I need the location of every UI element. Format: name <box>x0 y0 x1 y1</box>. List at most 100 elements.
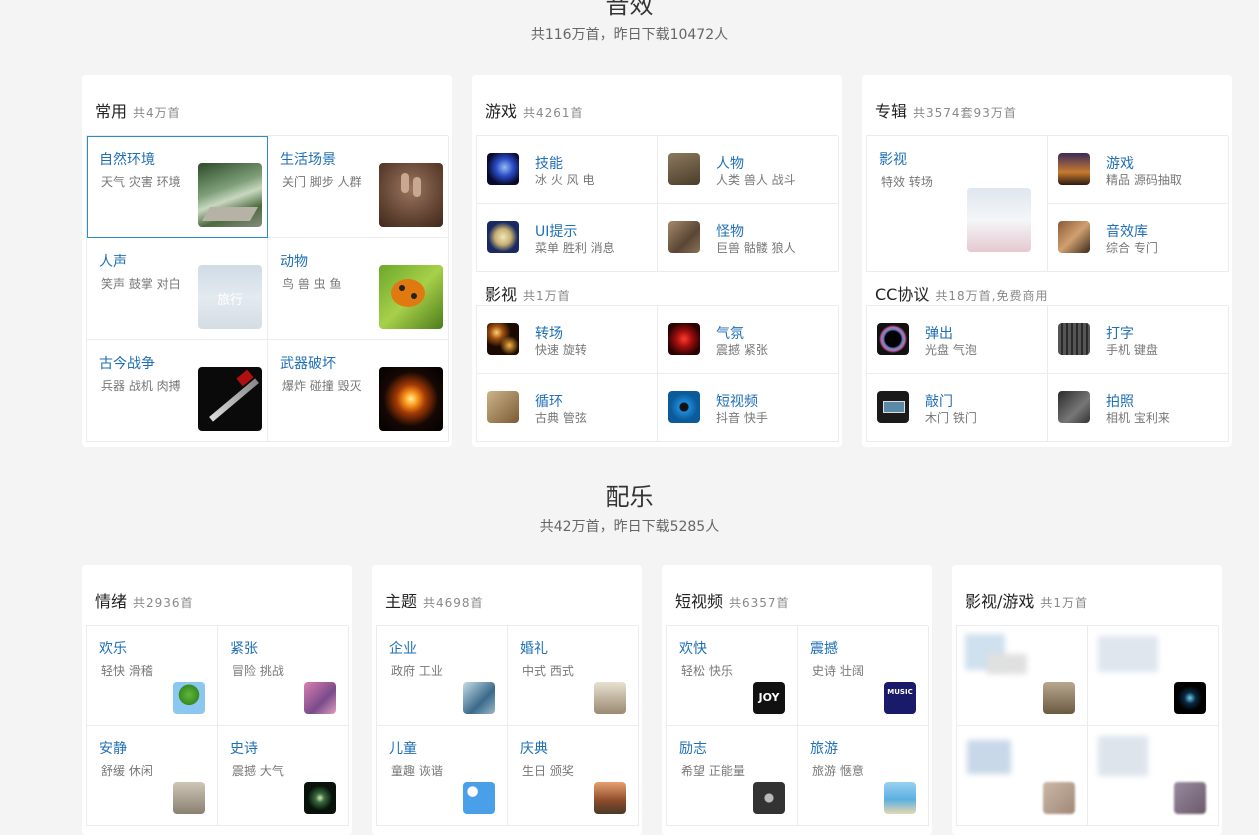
category-character[interactable]: 人物 人类 兽人 战斗 <box>658 136 839 204</box>
category-knock[interactable]: 敲门 木门 铁门 <box>867 374 1048 442</box>
sparkle-lights-icon <box>487 323 519 355</box>
sfx-subtitle: 共116万首，昨日下载10472人 <box>530 27 729 43</box>
music-quiet[interactable]: 安静 舒缓 休闲 <box>87 726 218 826</box>
music-header: 配乐 共42万首，昨日下载5285人 <box>0 482 1259 536</box>
category-life[interactable]: 生活场景 关门 脚步 人群 <box>268 136 449 238</box>
blurred-icon <box>1174 782 1206 814</box>
music-shock[interactable]: 震撼 史诗 壮阔 MUSIC <box>798 626 929 726</box>
video-lens-icon <box>668 391 700 423</box>
filmgame-card: 影视/游戏 共1万首 <box>952 565 1222 835</box>
category-war[interactable]: 古今战争 兵器 战机 肉搏 <box>87 340 268 442</box>
category-voice[interactable]: 人声 笑声 鼓掌 对白 旅行 <box>87 238 268 340</box>
sky-travel-thumbnail: 旅行 <box>198 265 262 329</box>
joy-text-icon: JOY <box>753 682 785 714</box>
music-subtitle: 共42万首，昨日下载5285人 <box>539 519 720 535</box>
theme-title: 主题 共4698首 <box>385 592 484 611</box>
album-title: 专辑 共3574套93万首 <box>875 102 1017 121</box>
common-card: 常用 共4万首 自然环境 天气 灾害 环境 生活场景 关门 脚步 人群 人声 笑声… <box>82 75 452 447</box>
sfx-header: 音效 共116万首，昨日下载10472人 <box>0 0 1259 44</box>
cc-grid: 弹出 光盘 气泡 打字 手机 键盘 敲门 木门 铁门 拍照 相机 宝利来 <box>866 305 1229 442</box>
emotion-grid: 欢乐 轻快 滑稽 紧张 冒险 挑战 安静 舒缓 休闲 史诗 震撼 大气 <box>86 625 349 826</box>
skill-swirl-icon <box>487 153 519 185</box>
cc-title: CC协议 共18万首,免费商用 <box>875 285 1049 304</box>
battle-scene-icon <box>1058 221 1090 253</box>
category-animal[interactable]: 动物 鸟 兽 虫 鱼 <box>268 238 449 340</box>
cc-count: 共18万首,免费商用 <box>935 289 1049 303</box>
music-inspire[interactable]: 励志 希望 正能量 <box>667 726 798 826</box>
badge-icon <box>753 782 785 814</box>
music-kids[interactable]: 儿童 童趣 诙谐 <box>377 726 508 826</box>
shortvideo-count: 共6357首 <box>729 596 790 610</box>
red-heart-icon <box>668 323 700 355</box>
common-title: 常用 共4万首 <box>95 102 181 121</box>
album-count: 共3574套93万首 <box>913 106 1017 120</box>
filmgame-item-4[interactable] <box>1088 726 1219 826</box>
forest-path-thumbnail <box>198 163 262 227</box>
shortvideo-card: 短视频 共6357首 欢快 轻松 快乐 JOY 震撼 史诗 壮阔 MUSIC 励志… <box>662 565 932 835</box>
album-grid: 影视 特效 转场 游戏 精品 源码抽取 音效库 综合 专门 <box>866 135 1229 272</box>
music-epic[interactable]: 史诗 震撼 大气 <box>218 726 349 826</box>
category-ui-tips[interactable]: UI提示 菜单 胜利 消息 <box>477 204 658 272</box>
ring-icon <box>594 682 626 714</box>
emotion-title: 情绪 共2936首 <box>95 592 194 611</box>
common-count: 共4万首 <box>133 106 181 120</box>
runners-icon <box>304 682 336 714</box>
game-scene-icon <box>1058 153 1090 185</box>
music-celebration[interactable]: 庆典 生日 颁奖 <box>508 726 639 826</box>
love-bird-icon <box>173 782 205 814</box>
category-skill[interactable]: 技能 冰 火 风 电 <box>477 136 658 204</box>
light-burst-icon <box>304 782 336 814</box>
music-corporate[interactable]: 企业 政府 工业 <box>377 626 508 726</box>
category-photo[interactable]: 拍照 相机 宝利来 <box>1048 374 1229 442</box>
theme-count: 共4698首 <box>423 596 484 610</box>
cartoon-sky-icon <box>463 782 495 814</box>
album-film[interactable]: 影视 特效 转场 <box>867 136 1048 272</box>
building-icon <box>463 682 495 714</box>
beach-icon <box>884 782 916 814</box>
game-count: 共4261首 <box>523 106 584 120</box>
common-grid: 自然环境 天气 灾害 环境 生活场景 关门 脚步 人群 人声 笑声 鼓掌 对白 … <box>86 135 449 442</box>
vintage-icon <box>487 391 519 423</box>
fantasy-landscape-thumbnail <box>967 188 1031 252</box>
music-cheerful[interactable]: 欢快 轻松 快乐 JOY <box>667 626 798 726</box>
category-pop[interactable]: 弹出 光盘 气泡 <box>867 306 1048 374</box>
category-short-video[interactable]: 短视频 抖音 快手 <box>658 374 839 442</box>
music-title: 配乐 <box>605 483 654 511</box>
emotion-card: 情绪 共2936首 欢乐 轻快 滑稽 紧张 冒险 挑战 安静 舒缓 休闲 史诗 震… <box>82 565 352 835</box>
emotion-count: 共2936首 <box>133 596 194 610</box>
theme-card: 主题 共4698首 企业 政府 工业 婚礼 中式 西式 儿童 童趣 诙谐 庆典 生… <box>372 565 642 835</box>
album-library[interactable]: 音效库 综合 专门 <box>1048 204 1229 272</box>
music-happy[interactable]: 欢乐 轻快 滑稽 <box>87 626 218 726</box>
music-poster-icon: MUSIC <box>884 682 916 714</box>
game-card: 游戏 共4261首 技能 冰 火 风 电 人物 人类 兽人 战斗 UI提示 菜单 … <box>472 75 842 447</box>
film-count: 共1万首 <box>523 289 571 303</box>
filmgame-item-1[interactable] <box>957 626 1088 726</box>
category-monster[interactable]: 怪物 巨兽 骷髅 狼人 <box>658 204 839 272</box>
filmgame-title: 影视/游戏 共1万首 <box>965 592 1089 611</box>
category-atmosphere[interactable]: 气氛 震撼 紧张 <box>658 306 839 374</box>
film-title: 影视 共1万首 <box>485 285 571 304</box>
album-game[interactable]: 游戏 精品 源码抽取 <box>1048 136 1229 204</box>
game-grid: 技能 冰 火 风 电 人物 人类 兽人 战斗 UI提示 菜单 胜利 消息 怪物 … <box>476 135 839 272</box>
monitor-icon <box>877 391 909 423</box>
blurred-icon <box>1043 782 1075 814</box>
filmgame-grid <box>956 625 1219 826</box>
music-travel[interactable]: 旅游 旅游 惬意 <box>798 726 929 826</box>
film-grid: 转场 快速 旋转 气氛 震撼 紧张 循环 古典 管弦 短视频 抖音 快手 <box>476 305 839 442</box>
category-loop[interactable]: 循环 古典 管弦 <box>477 374 658 442</box>
music-tense[interactable]: 紧张 冒险 挑战 <box>218 626 349 726</box>
category-transition[interactable]: 转场 快速 旋转 <box>477 306 658 374</box>
category-typing[interactable]: 打字 手机 键盘 <box>1048 306 1229 374</box>
ui-dial-icon <box>487 221 519 253</box>
bubble-ring-icon <box>877 323 909 355</box>
heart-tree-icon <box>173 682 205 714</box>
filmgame-item-2[interactable] <box>1088 626 1219 726</box>
music-wedding[interactable]: 婚礼 中式 西式 <box>508 626 639 726</box>
category-natural[interactable]: 自然环境 天气 灾害 环境 <box>87 136 268 238</box>
filmgame-item-3[interactable] <box>957 726 1088 826</box>
category-weapon[interactable]: 武器破坏 爆炸 碰撞 毁灭 <box>268 340 449 442</box>
sword-thumbnail <box>198 367 262 431</box>
keyboard-icon <box>1058 323 1090 355</box>
monster-icon <box>668 221 700 253</box>
theme-grid: 企业 政府 工业 婚礼 中式 西式 儿童 童趣 诙谐 庆典 生日 颁奖 <box>376 625 639 826</box>
